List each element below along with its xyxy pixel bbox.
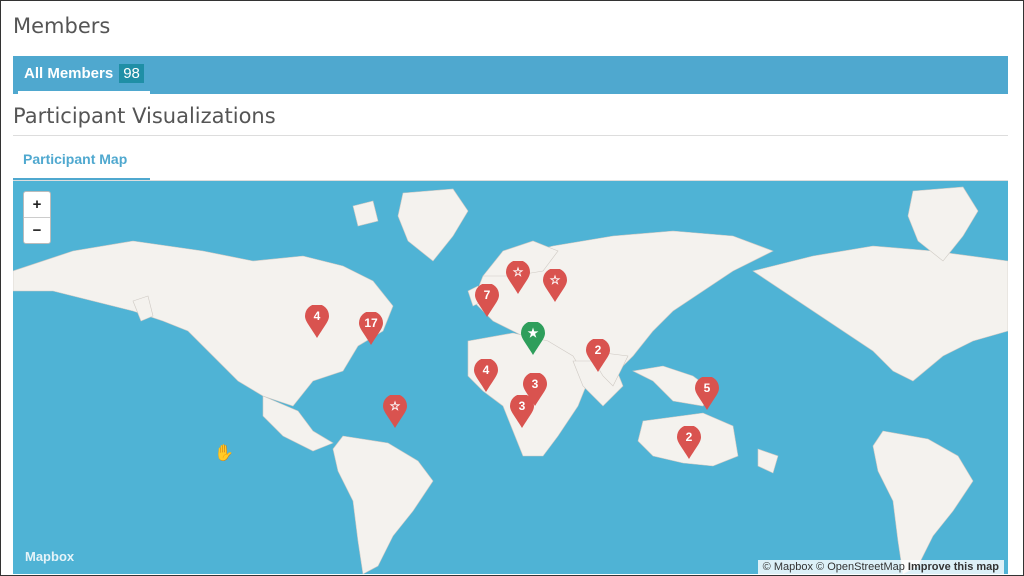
map-marker[interactable]: ★ bbox=[520, 321, 546, 356]
map-marker[interactable]: ☆ bbox=[382, 394, 408, 429]
tab-participant-map-label: Participant Map bbox=[23, 151, 128, 167]
members-tab-bar: All Members 98 bbox=[13, 56, 1008, 94]
map-marker[interactable]: 7 bbox=[474, 283, 500, 318]
divider bbox=[13, 135, 1008, 136]
member-count-badge: 98 bbox=[119, 64, 144, 83]
tab-all-members[interactable]: All Members 98 bbox=[18, 56, 150, 94]
map-marker[interactable]: 3 bbox=[509, 394, 535, 429]
participant-map[interactable]: + − ✋ 4 17 7 ☆ ☆ ★ 2 4 3 3 ☆ 5 2 Mapbox … bbox=[13, 181, 1008, 574]
map-marker-label: 4 bbox=[313, 309, 321, 323]
mapbox-logo: Mapbox bbox=[25, 549, 75, 564]
star-icon: ★ bbox=[527, 326, 539, 340]
zoom-out-button[interactable]: − bbox=[24, 218, 50, 243]
star-outline-icon: ☆ bbox=[512, 265, 524, 279]
attribution-mapbox-link[interactable]: © Mapbox bbox=[763, 561, 813, 573]
map-marker[interactable]: 4 bbox=[304, 304, 330, 339]
map-marker[interactable]: ☆ bbox=[542, 268, 568, 303]
map-marker-label: 3 bbox=[531, 377, 539, 391]
map-marker-label: 17 bbox=[364, 316, 378, 330]
zoom-control: + − bbox=[23, 191, 51, 244]
map-marker-label: 5 bbox=[703, 381, 711, 395]
map-marker[interactable]: 5 bbox=[694, 376, 720, 411]
tab-all-members-label: All Members bbox=[24, 65, 114, 82]
attribution-osm-link[interactable]: © OpenStreetMap bbox=[816, 561, 905, 573]
map-marker[interactable]: ☆ bbox=[505, 260, 531, 295]
map-marker[interactable]: 2 bbox=[585, 338, 611, 373]
page-title: Members bbox=[13, 14, 111, 38]
map-marker-label: 7 bbox=[483, 288, 491, 302]
map-marker-label: 3 bbox=[518, 399, 526, 413]
map-marker-label: 4 bbox=[482, 363, 490, 377]
map-marker[interactable]: 2 bbox=[676, 425, 702, 460]
star-outline-icon: ☆ bbox=[549, 273, 561, 287]
map-marker[interactable]: 17 bbox=[358, 311, 384, 346]
improve-map-link[interactable]: Improve this map bbox=[908, 561, 999, 573]
map-marker[interactable]: 4 bbox=[473, 358, 499, 393]
section-title: Participant Visualizations bbox=[13, 104, 276, 128]
zoom-in-button[interactable]: + bbox=[24, 192, 50, 218]
hand-cursor-icon: ✋ bbox=[214, 445, 234, 462]
map-marker-label: 2 bbox=[685, 430, 693, 444]
world-landmass bbox=[13, 186, 1008, 574]
map-marker-label: 2 bbox=[594, 343, 602, 357]
map-attribution: © Mapbox © OpenStreetMap Improve this ma… bbox=[757, 560, 1004, 574]
tab-participant-map[interactable]: Participant Map bbox=[13, 148, 150, 180]
star-outline-icon: ☆ bbox=[389, 399, 401, 413]
